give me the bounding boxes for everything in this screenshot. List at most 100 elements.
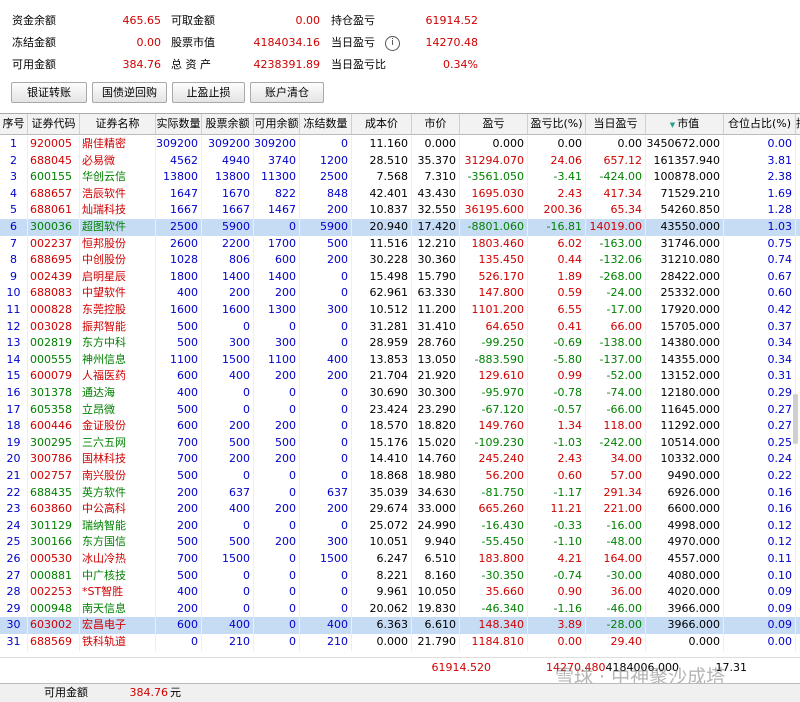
cell-12: 25332.000 xyxy=(646,285,724,302)
column-header-14[interactable]: 持股天数 xyxy=(796,114,800,134)
cell-12: 11645.000 xyxy=(646,401,724,419)
table-row[interactable]: 3 600155 华创云信 13800 13800 11300 2500 7.568 7.310… xyxy=(0,169,800,186)
cell-2: 宏昌电子 xyxy=(80,617,156,634)
cell-6: 0 xyxy=(300,385,352,402)
cell-13: 0.74 xyxy=(724,252,796,269)
column-header-label: 冻结数量 xyxy=(303,117,348,130)
table-row[interactable]: 8 688695 中创股份 1028 806 600 200 30.228 30.360 135.… xyxy=(0,252,800,269)
column-header-8[interactable]: 市价 xyxy=(412,114,460,134)
cell-12: 4020.000 xyxy=(646,584,724,601)
cell-9: 1101.200 xyxy=(460,302,528,319)
cell-7: 10.051 xyxy=(352,534,412,551)
cell-3: 1647 xyxy=(156,185,202,203)
cell-8: 24.990 xyxy=(412,517,460,535)
cell-1: 603002 xyxy=(28,617,80,634)
table-row[interactable]: 1 920005 鼎佳精密 309200 309200 309200 0 11.160 0.00… xyxy=(0,136,800,153)
table-row[interactable]: 6 300036 超图软件 2500 5900 0 5900 20.940 17.420 -880… xyxy=(0,219,800,236)
table-row[interactable]: 13 002819 东方中科 500 300 300 0 28.959 28.760 -99.25… xyxy=(0,335,800,352)
table-row[interactable]: 7 002237 恒邦股份 2600 2200 1700 500 11.516 12.210 18… xyxy=(0,235,800,253)
cell-6: 0 xyxy=(300,268,352,286)
cell-6: 300 xyxy=(300,302,352,319)
cell-4: 500 xyxy=(202,534,254,551)
cell-5: 822 xyxy=(254,185,300,203)
cell-9: 0.000 xyxy=(460,136,528,153)
table-row[interactable]: 12 003028 振邦智能 500 0 0 0 31.281 31.410 64.650 0.41… xyxy=(0,318,800,336)
cell-7: 35.039 xyxy=(352,484,412,502)
daily-pnl-label: 当日盈亏 xyxy=(331,36,375,49)
column-header-13[interactable]: 仓位占比(%) xyxy=(724,114,796,134)
cell-5: 0 xyxy=(254,484,300,502)
cell-5: 0 xyxy=(254,634,300,651)
table-row[interactable]: 31 688569 铁科轨道 0 210 0 210 0.000 21.790 1184.810 0… xyxy=(0,634,800,651)
table-row[interactable]: 18 600446 金证股份 600 200 200 0 18.570 18.820 149.76… xyxy=(0,418,800,435)
table-row[interactable]: 2 688045 必易微 4562 4940 3740 1200 28.510 35.370 31… xyxy=(0,152,800,170)
cell-13: 0.42 xyxy=(724,302,796,319)
table-row[interactable]: 15 600079 人福医药 600 400 200 200 21.704 21.920 129.… xyxy=(0,368,800,385)
table-row[interactable]: 26 000530 冰山冷热 700 1500 0 1500 6.247 6.510 183.80… xyxy=(0,551,800,568)
table-row[interactable]: 17 605358 立昂微 500 0 0 0 23.424 23.290 -67.120 -0.5… xyxy=(0,401,800,419)
cell-6: 848 xyxy=(300,185,352,203)
cell-14: 2 xyxy=(796,335,800,352)
cell-4: 5900 xyxy=(202,219,254,236)
scrollbar-thumb[interactable] xyxy=(793,394,798,444)
cell-13: 2.38 xyxy=(724,169,796,186)
bank-transfer-button[interactable]: 银证转账 xyxy=(11,82,87,103)
table-row[interactable]: 16 301378 通达海 400 0 0 0 30.690 30.300 -95.970 -0.7… xyxy=(0,385,800,402)
column-header-6[interactable]: 冻结数量 xyxy=(300,114,352,134)
table-row[interactable]: 29 000948 南天信息 200 0 0 0 20.062 19.830 -46.340 -1.… xyxy=(0,600,800,618)
info-icon[interactable]: i xyxy=(385,36,400,51)
table-row[interactable]: 10 688083 中望软件 400 200 200 0 62.961 63.330 147.80… xyxy=(0,285,800,302)
table-row[interactable]: 30 603002 宏昌电子 600 400 0 400 6.363 6.610 148.340 3… xyxy=(0,617,800,634)
table-row[interactable]: 28 002253 *ST智胜 400 0 0 0 9.961 10.050 35.660 0.90… xyxy=(0,584,800,601)
stop-profit-loss-button[interactable]: 止盈止损 xyxy=(172,82,245,103)
cell-0: 2 xyxy=(0,152,28,170)
column-header-12[interactable]: ▼ 市值 xyxy=(646,114,724,134)
table-row[interactable]: 27 000881 中广核技 500 0 0 0 8.221 8.160 -30.350 -0.74… xyxy=(0,567,800,585)
cell-0: 7 xyxy=(0,235,28,253)
cell-7: 28.959 xyxy=(352,335,412,352)
cell-9: 665.260 xyxy=(460,501,528,518)
column-header-1[interactable]: 证券代码 xyxy=(28,114,80,134)
table-row[interactable]: 22 688435 英方软件 200 637 0 637 35.039 34.630 -81.75… xyxy=(0,484,800,502)
cell-6: 0 xyxy=(300,584,352,601)
cell-10: -0.69 xyxy=(528,335,586,352)
table-row[interactable]: 11 000828 东莞控股 1600 1600 1300 300 10.512 11.200 1… xyxy=(0,302,800,319)
cell-10: 6.02 xyxy=(528,235,586,253)
column-header-2[interactable]: 证券名称 xyxy=(80,114,156,134)
column-header-11[interactable]: 当日盈亏 xyxy=(586,114,646,134)
table-row[interactable]: 14 000555 神州信息 1100 1500 1100 400 13.853 13.050-… xyxy=(0,351,800,369)
cell-0: 14 xyxy=(0,351,28,369)
cell-11: 291.34 xyxy=(586,484,646,502)
table-row[interactable]: 25 300166 东方国信 500 500 200 300 10.051 9.940 -55.4… xyxy=(0,534,800,551)
cell-12: 11292.000 xyxy=(646,418,724,435)
cell-9: -3561.050 xyxy=(460,169,528,186)
cell-0: 13 xyxy=(0,335,28,352)
cell-3: 1600 xyxy=(156,302,202,319)
table-row[interactable]: 21 002757 南兴股份 500 0 0 0 18.868 18.980 56.200 0.60… xyxy=(0,468,800,485)
cell-5: 309200 xyxy=(254,136,300,153)
table-row[interactable]: 19 300295 三六五网 700 500 500 0 15.176 15.020 -109.2… xyxy=(0,434,800,452)
column-header-5[interactable]: 可用余额 xyxy=(254,114,300,134)
cell-9: -46.340 xyxy=(460,600,528,618)
table-row[interactable]: 24 301129 瑞纳智能 200 0 0 0 25.072 24.990 -16.430 -0.… xyxy=(0,517,800,535)
cell-1: 688657 xyxy=(28,185,80,203)
column-header-10[interactable]: 盈亏比(%) xyxy=(528,114,586,134)
column-header-4[interactable]: 股票余额 xyxy=(202,114,254,134)
column-header-7[interactable]: 成本价 xyxy=(352,114,412,134)
column-header-3[interactable]: 实际数量 xyxy=(156,114,202,134)
table-row[interactable]: 4 688657 浩辰软件 1647 1670 822 848 42.401 43.430 169… xyxy=(0,185,800,203)
table-row[interactable]: 20 300786 国林科技 700 200 200 0 14.410 14.760 245.24… xyxy=(0,451,800,468)
clear-account-button[interactable]: 账户清仓 xyxy=(250,82,324,103)
cell-3: 309200 xyxy=(156,136,202,153)
cell-9: -883.590 xyxy=(460,351,528,369)
table-row[interactable]: 9 002439 启明星辰 1800 1400 1400 0 15.498 15.790 526.… xyxy=(0,268,800,286)
column-header-0[interactable]: 序号 xyxy=(0,114,28,134)
cell-2: 浩辰软件 xyxy=(80,185,156,203)
table-row[interactable]: 5 688061 灿瑞科技 1667 1667 1467 200 10.837 32.550 36… xyxy=(0,202,800,219)
repo-button[interactable]: 国债逆回购 xyxy=(92,82,167,103)
cell-1: 688061 xyxy=(28,202,80,219)
cell-6: 1200 xyxy=(300,152,352,170)
column-header-9[interactable]: 盈亏 xyxy=(460,114,528,134)
cell-14: 183 xyxy=(796,219,800,236)
table-row[interactable]: 23 603860 中公高科 200 400 200 200 29.674 33.000 665.… xyxy=(0,501,800,518)
